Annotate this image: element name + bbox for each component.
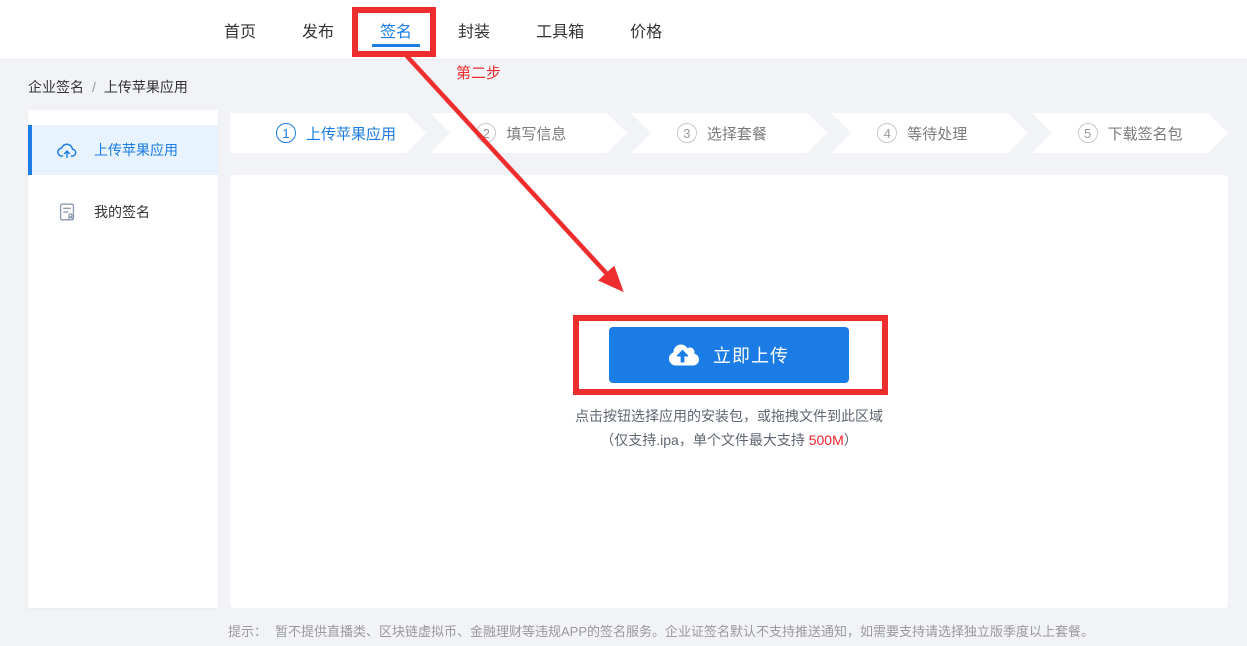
- sidebar-item-upload-apple-app[interactable]: 上传苹果应用: [28, 125, 218, 175]
- hint-suffix: ）: [843, 432, 858, 448]
- upload-button-label: 立即上传: [713, 346, 789, 366]
- annotation-step-note: 第二步: [456, 65, 502, 82]
- step-number-badge: 5: [1078, 123, 1098, 143]
- breadcrumb-current: 上传苹果应用: [103, 79, 188, 95]
- breadcrumb-separator: /: [92, 79, 96, 95]
- max-size-value: 500M: [808, 432, 844, 448]
- wizard-step-5: 5 下载签名包: [1032, 113, 1228, 153]
- breadcrumb: 企业签名 / 上传苹果应用: [28, 77, 188, 97]
- breadcrumb-root[interactable]: 企业签名: [28, 77, 84, 97]
- step-label: 选择套餐: [706, 125, 767, 143]
- upload-drop-zone[interactable]: 立即上传 点击按钮选择应用的安装包，或拖拽文件到此区域 （仅支持.ipa，单个文…: [230, 175, 1228, 608]
- sidebar: 上传苹果应用 我的签名: [28, 110, 218, 608]
- wizard-step-1: 1 上传苹果应用: [230, 113, 426, 153]
- step-wizard: 1 上传苹果应用 2 填写信息 3 选择套餐 4 等待处理 5 下载签名包: [230, 113, 1228, 153]
- step-number-badge: 2: [476, 123, 496, 143]
- nav-item-label: 首页: [224, 23, 257, 41]
- step-label: 等待处理: [907, 125, 968, 143]
- top-header: 首页 发布 签名 封装 工具箱 价格: [0, 0, 1247, 60]
- upload-hint-line2: （仅支持.ipa，单个文件最大支持 500M）: [230, 430, 1228, 450]
- step-label: 下载签名包: [1107, 125, 1183, 143]
- cloud-upload-icon: [56, 139, 78, 161]
- nav-item-home[interactable]: 首页: [224, 0, 256, 59]
- nav-item-package[interactable]: 封装: [458, 0, 490, 59]
- sidebar-item-label: 上传苹果应用: [94, 142, 178, 158]
- step-number-badge: 1: [276, 123, 296, 143]
- active-tab-underline: [372, 44, 421, 47]
- upload-now-button[interactable]: 立即上传: [609, 327, 849, 383]
- footer-tips: 提示： 暂不提供直播类、区块链虚拟币、金融理财等违规APP的签名服务。企业证签名默…: [228, 621, 1240, 640]
- hint-prefix: （仅支持.ipa，单个文件最大支持: [600, 432, 809, 448]
- nav-item-publish[interactable]: 发布: [302, 0, 334, 59]
- sidebar-item-my-signatures[interactable]: 我的签名: [28, 187, 218, 237]
- cloud-upload-icon: [669, 343, 699, 367]
- main-nav: 首页 发布 签名 封装 工具箱 价格: [0, 0, 1247, 59]
- step-label: 填写信息: [506, 125, 567, 143]
- tips-label: 提示：: [228, 624, 268, 639]
- wizard-step-3: 3 选择套餐: [631, 113, 827, 153]
- nav-item-label: 签名: [380, 23, 413, 41]
- tips-text: 暂不提供直播类、区块链虚拟币、金融理财等违规APP的签名服务。企业证签名默认不支…: [275, 624, 1095, 639]
- nav-item-label: 价格: [630, 23, 663, 41]
- step-number-badge: 3: [677, 123, 697, 143]
- wizard-step-4: 4 等待处理: [831, 113, 1027, 153]
- step-label: 上传苹果应用: [306, 125, 397, 143]
- nav-item-label: 工具箱: [536, 23, 585, 41]
- upload-hint-line1: 点击按钮选择应用的安装包，或拖拽文件到此区域: [575, 408, 883, 424]
- nav-item-label: 封装: [458, 23, 491, 41]
- step-number-badge: 4: [877, 123, 897, 143]
- nav-item-label: 发布: [302, 23, 335, 41]
- wizard-step-2: 2 填写信息: [430, 113, 626, 153]
- nav-item-sign[interactable]: 签名: [372, 0, 421, 59]
- nav-item-toolbox[interactable]: 工具箱: [536, 0, 584, 59]
- nav-item-price[interactable]: 价格: [630, 0, 662, 59]
- page: 首页 发布 签名 封装 工具箱 价格 企业签名 / 上传苹果应用 上传苹果应用 …: [0, 0, 1247, 646]
- sidebar-item-label: 我的签名: [94, 204, 150, 220]
- signature-doc-icon: [56, 201, 78, 223]
